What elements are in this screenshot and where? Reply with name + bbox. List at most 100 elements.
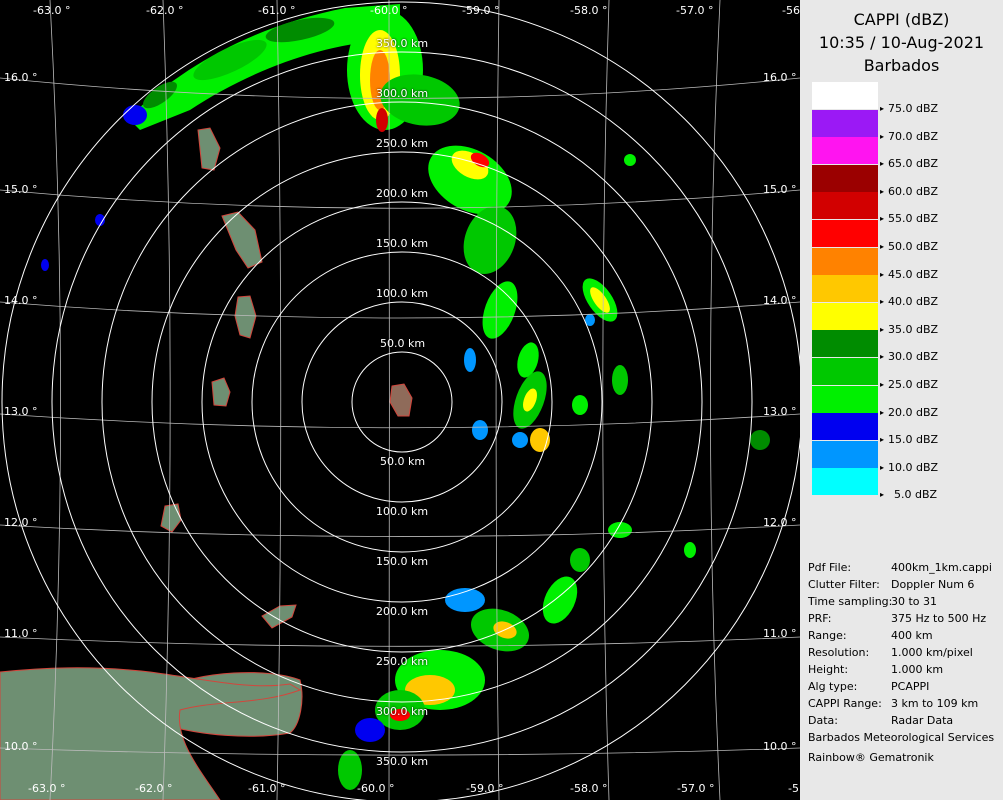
echo-cell xyxy=(123,105,147,125)
st-vincent-island xyxy=(211,377,231,407)
longitude-label-top: -61.0 ° xyxy=(258,4,296,17)
echo-cell xyxy=(464,348,476,372)
legend-swatch xyxy=(812,468,878,496)
metadata-value: 30 to 31 xyxy=(891,595,938,608)
longitude-label-bottom: -57.0 ° xyxy=(677,782,715,795)
metadata-table: Pdf File: 400km_1km.cappi Clutter Filter: D… xyxy=(808,559,994,766)
latitude-label-right: 12.0 ° xyxy=(763,516,797,529)
metadata-value: 400 km xyxy=(891,629,933,642)
grenada-island xyxy=(160,503,182,533)
longitude-label-top: -59.0 ° xyxy=(462,4,500,17)
meridian-line xyxy=(495,0,500,800)
metadata-row: Clutter Filter: Doppler Num 6 xyxy=(808,576,994,593)
latitude-label-left: 12.0 ° xyxy=(4,516,38,529)
legend-tick-icon: ▸ xyxy=(880,435,885,445)
metadata-value: 1.000 km xyxy=(891,663,944,676)
echo-cell xyxy=(41,259,49,271)
range-label-south: 250.0 km xyxy=(376,655,429,668)
legend-swatch xyxy=(812,164,878,192)
echo-cell xyxy=(624,154,636,166)
range-label-south: 150.0 km xyxy=(376,555,429,568)
legend-label: 65.0 dBZ xyxy=(888,157,939,171)
legend-swatch xyxy=(812,220,878,247)
metadata-value: 1.000 km/pixel xyxy=(891,646,973,659)
echo-cell xyxy=(542,576,578,624)
legend-tick-icon: ▸ xyxy=(880,324,885,334)
product-title: CAPPI (dBZ) xyxy=(853,10,950,29)
metadata-key: Time sampling: xyxy=(808,595,893,608)
longitude-label-top: -63.0 ° xyxy=(33,4,71,17)
tobago-island xyxy=(261,604,297,629)
metadata-row: Height: 1.000 km xyxy=(808,661,994,678)
legend-label: 15.0 dBZ xyxy=(888,433,939,447)
legend-label: 70.0 dBZ xyxy=(888,129,939,143)
metadata-value: Radar Data xyxy=(891,714,954,727)
legend-tick-icon: ▸ xyxy=(880,104,885,113)
metadata-row: CAPPI Range: 3 km to 109 km xyxy=(808,695,994,712)
metadata-row: Time sampling: 30 to 31 xyxy=(808,593,994,610)
longitude-label-bottom: -5 xyxy=(788,782,799,795)
echo-cell xyxy=(570,548,590,572)
longitude-label-top: -60.0 ° xyxy=(370,4,408,17)
legend-swatch xyxy=(812,247,878,275)
latitude-label-right: 11.0 ° xyxy=(763,627,797,640)
echo-cell xyxy=(355,718,385,742)
legend-tick-icon: ▸ xyxy=(880,214,885,224)
latitude-label-left: 10.0 ° xyxy=(4,740,38,753)
parallel-line xyxy=(0,301,800,319)
metadata-key: PRF: xyxy=(808,612,832,625)
latitude-label-right: 16.0 ° xyxy=(763,71,797,84)
echo-cell xyxy=(750,430,770,450)
radar-map[interactable]: -63.0 ° -62.0 ° -61.0 ° -60.0 ° -59.0 ° -58.0… xyxy=(0,0,800,800)
radar-canvas xyxy=(0,0,800,800)
latitude-label-left: 15.0 ° xyxy=(4,183,38,196)
legend-tick-icon: ▸ xyxy=(880,407,885,417)
legend-label: 35.0 dBZ xyxy=(888,322,939,336)
legend-label: 60.0 dBZ xyxy=(888,184,939,198)
metadata-row: Pdf File: 400km_1km.cappi xyxy=(808,559,994,576)
panel-title: CAPPI (dBZ) 10:35 / 10-Aug-2021 Barbados xyxy=(800,8,1003,77)
longitude-label-top: -62.0 ° xyxy=(146,4,184,17)
echo-cell xyxy=(612,365,628,395)
legend-label: 25.0 dBZ xyxy=(888,378,939,391)
metadata-row: Data: Radar Data xyxy=(808,712,994,729)
metadata-value: 375 Hz to 500 Hz xyxy=(891,612,987,625)
legend-label: 50.0 dBZ xyxy=(888,240,939,253)
range-label-north: 300.0 km xyxy=(376,87,429,100)
echo-cell xyxy=(376,108,388,132)
range-label-south: 50.0 km xyxy=(380,455,426,468)
footer-line: Rainbow® Gematronik xyxy=(808,751,934,764)
metadata-row: PRF: 375 Hz to 500 Hz xyxy=(808,610,994,627)
range-label-south: 350.0 km xyxy=(376,755,429,768)
latitude-label-left: 16.0 ° xyxy=(4,71,38,84)
range-label-south: 100.0 km xyxy=(376,505,429,518)
legend-label: 5.0 dBZ xyxy=(894,488,938,502)
parallel-line xyxy=(0,636,800,647)
latitude-label-right: 15.0 ° xyxy=(763,183,797,196)
longitude-label-top: -57.0 ° xyxy=(676,4,714,17)
legend-tick-icon: ▸ xyxy=(880,352,885,362)
metadata-key: Resolution: xyxy=(808,646,870,659)
metadata-key: Data: xyxy=(808,714,838,727)
longitude-label-bottom: -58.0 ° xyxy=(570,782,608,795)
st-lucia-island xyxy=(234,295,257,339)
legend-swatch xyxy=(812,440,878,468)
legend-tick-icon: ▸ xyxy=(880,462,885,472)
echo-cell xyxy=(572,395,588,415)
legend-tick-icon: ▸ xyxy=(880,490,885,500)
longitude-label-top: -58.0 ° xyxy=(570,4,608,17)
range-label-north: 100.0 km xyxy=(376,287,429,300)
meridian-line xyxy=(602,0,610,800)
legend-swatch xyxy=(812,302,878,330)
metadata-key: Height: xyxy=(808,663,849,676)
legend-swatch xyxy=(812,82,878,109)
legend-tick-icon: ▸ xyxy=(880,297,885,307)
land-masses xyxy=(0,127,413,800)
timestamp: 10:35 / 10-Aug-2021 xyxy=(818,33,985,52)
range-label-north: 150.0 km xyxy=(376,237,429,250)
legend-swatch xyxy=(812,330,878,358)
barbados-island xyxy=(389,383,413,417)
dominica-island xyxy=(197,127,221,171)
metadata-key: Pdf File: xyxy=(808,561,852,574)
legend-tick-icon: ▸ xyxy=(880,186,885,196)
